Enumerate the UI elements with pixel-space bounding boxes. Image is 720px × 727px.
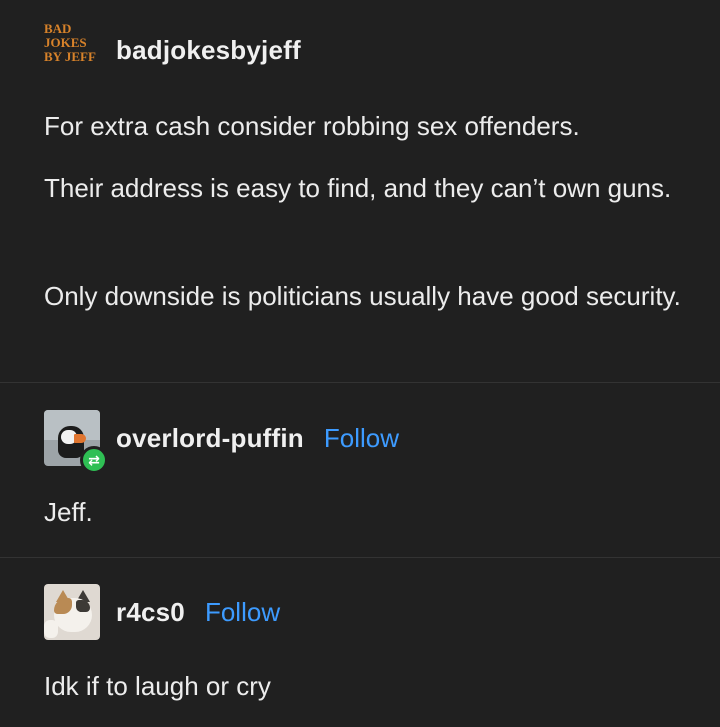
post-text: Idk if to laugh or cry (44, 671, 271, 701)
username[interactable]: badjokesbyjeff (116, 35, 301, 66)
post-text: Only downside is politicians usually hav… (44, 281, 681, 311)
post-header: ⇄ overlord-puffin Follow (44, 410, 399, 474)
post-header: r4cs0 Follow (44, 584, 280, 640)
bad-jokes-by-jeff-logo[interactable]: BAD JOKES BY JEFF (44, 22, 104, 78)
post-text: Jeff. (44, 497, 93, 527)
follow-button[interactable]: Follow (324, 423, 399, 454)
reblog-icon: ⇄ (80, 446, 108, 474)
username[interactable]: overlord-puffin (116, 423, 304, 454)
post-text: Their address is easy to find, and they … (44, 173, 672, 203)
username[interactable]: r4cs0 (116, 597, 185, 628)
divider (0, 382, 720, 383)
follow-button[interactable]: Follow (205, 597, 280, 628)
post-header: BAD JOKES BY JEFF badjokesbyjeff (44, 22, 301, 78)
avatar[interactable] (44, 584, 100, 640)
cat-avatar (44, 584, 100, 640)
divider (0, 557, 720, 558)
post-text: For extra cash consider robbing sex offe… (44, 111, 580, 141)
avatar[interactable]: ⇄ (44, 410, 108, 474)
